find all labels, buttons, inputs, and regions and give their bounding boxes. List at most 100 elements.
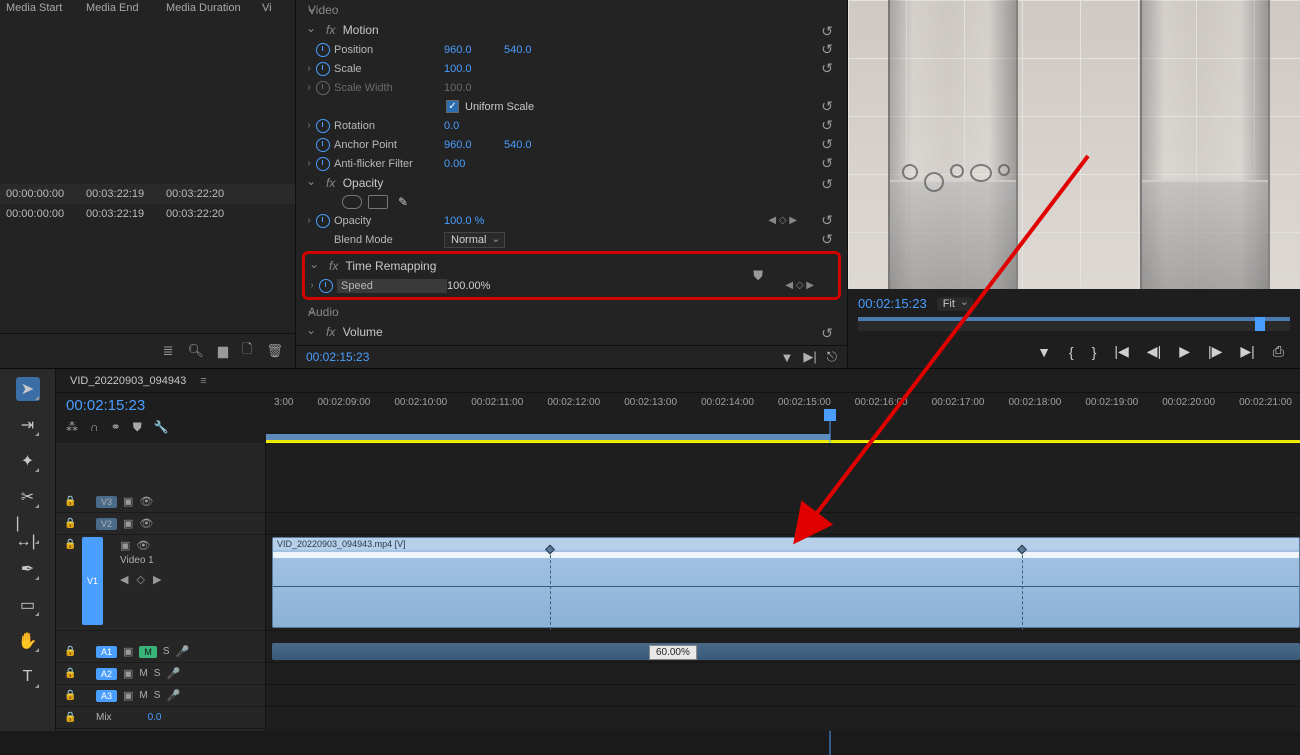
mute-button[interactable]: M [139, 690, 147, 701]
video-clip[interactable]: VID_20220903_094943.mp4 [V] [272, 537, 1300, 628]
anchor-y-value[interactable]: 540.0 [504, 139, 564, 151]
scale-value[interactable]: 100.0 [444, 63, 504, 75]
snap-icon[interactable]: ⁂ [66, 420, 78, 435]
wrench-icon[interactable]: 🔧 [154, 420, 169, 435]
col-media-end[interactable]: Media End [80, 2, 160, 14]
reset-icon[interactable]: ↺ [821, 98, 833, 115]
preview-viewport[interactable] [848, 0, 1300, 289]
voice-icon[interactable]: 🎤 [166, 667, 180, 680]
lock-icon[interactable]: 🔒 [64, 539, 76, 550]
marker-tool-icon[interactable]: ⛊ [133, 420, 142, 435]
lock-icon[interactable]: 🔒 [64, 690, 76, 701]
reset-icon[interactable]: ↺ [821, 155, 833, 172]
antiflicker-value[interactable]: 0.00 [444, 158, 504, 170]
eye-icon[interactable]: 👁 [139, 495, 153, 508]
toggle-output-icon[interactable]: ▣ [123, 645, 133, 658]
track-header-v3[interactable]: 🔒 V3 ▣ 👁 [56, 491, 265, 513]
fx-opacity[interactable]: fx Opacity ↺ [302, 173, 847, 193]
playhead-timecode[interactable]: 00:02:15:23 [66, 397, 256, 414]
lane-v3[interactable] [266, 491, 1300, 513]
fx-motion[interactable]: fx Motion ↺ [302, 20, 847, 40]
selection-tool[interactable]: ➤ [16, 377, 40, 401]
marker-icon[interactable]: ▼ [1037, 344, 1051, 360]
pen-tool[interactable]: ✒ [16, 557, 40, 581]
fx-timecode[interactable]: 00:02:15:23 [306, 350, 770, 364]
trash-icon[interactable]: 🗑 [266, 343, 283, 359]
lock-icon[interactable]: 🔒 [64, 646, 76, 657]
list-view-icon[interactable]: ≣ [163, 343, 174, 359]
eye-icon[interactable]: 👁 [136, 539, 150, 552]
type-tool[interactable]: T [16, 665, 40, 689]
marker-icon[interactable]: ⛊ [753, 268, 763, 284]
reset-icon[interactable]: ↺ [821, 212, 833, 229]
playhead-marker[interactable] [824, 409, 836, 421]
mute-button[interactable]: M [139, 646, 157, 658]
track-header-a3[interactable]: 🔒 A3 ▣ M S 🎤 [56, 685, 265, 707]
track-header-mix[interactable]: 🔒 Mix 0.0 [56, 707, 265, 729]
link-icon[interactable]: ⚭ [111, 420, 121, 435]
solo-button[interactable]: S [163, 646, 170, 657]
lock-icon[interactable]: 🔒 [64, 518, 76, 529]
preview-playhead[interactable] [1255, 317, 1265, 331]
col-media-duration[interactable]: Media Duration [160, 2, 256, 14]
reset-icon[interactable]: ↺ [821, 117, 833, 134]
mark-out-icon[interactable]: } [1092, 344, 1097, 360]
toggle-output-icon[interactable]: ▣ [123, 667, 133, 680]
lock-icon[interactable]: 🔒 [64, 712, 76, 723]
lane-v2[interactable] [266, 513, 1300, 535]
eye-icon[interactable]: 👁 [139, 517, 153, 530]
new-bin-icon[interactable]: ▆ [218, 343, 228, 359]
timeline-ruler[interactable]: 3:0000:02:09:0000:02:10:0000:02:11:0000:… [266, 393, 1300, 443]
share-icon[interactable]: ⎋ [827, 349, 837, 365]
reset-icon[interactable]: ↺ [821, 136, 833, 153]
toggle-output-icon[interactable]: ▣ [123, 517, 133, 530]
track-badge[interactable]: A1 [96, 646, 117, 658]
tab-menu-icon[interactable]: ≡ [200, 375, 206, 387]
reset-icon[interactable]: ↺ [821, 325, 833, 342]
position-x-value[interactable]: 960.0 [444, 44, 504, 56]
stopwatch-icon[interactable] [316, 345, 330, 346]
preview-timecode[interactable]: 00:02:15:23 [858, 296, 927, 311]
stopwatch-icon[interactable] [316, 62, 330, 76]
zoom-fit-select[interactable]: Fit [937, 297, 973, 311]
col-media-start[interactable]: Media Start [0, 2, 80, 14]
add-kf-icon[interactable]: ◇ [136, 573, 144, 586]
reset-icon[interactable]: ↺ [821, 23, 833, 40]
keyframe-nav[interactable]: ◀ ◇ ▶ [785, 280, 814, 291]
fx-volume[interactable]: fx Volume ↺ [302, 322, 847, 342]
pen-mask-icon[interactable]: ✎ [398, 195, 408, 209]
lock-icon[interactable]: 🔒 [64, 668, 76, 679]
voice-icon[interactable]: 🎤 [176, 645, 190, 658]
solo-button[interactable]: S [154, 690, 161, 701]
toggle-output-icon[interactable]: ▣ [120, 539, 130, 552]
play-icon[interactable]: ▶| [803, 349, 816, 365]
lane-a2[interactable] [266, 663, 1300, 685]
blend-mode-select[interactable]: Normal [444, 232, 505, 248]
goto-out-icon[interactable]: ▶| [1240, 343, 1254, 360]
prev-kf-icon[interactable]: ◀ [120, 573, 128, 586]
magnet-icon[interactable]: ∩ [90, 420, 99, 435]
reset-icon[interactable]: ↺ [821, 60, 833, 77]
rotation-value[interactable]: 0.0 [444, 120, 504, 132]
razor-tool[interactable]: ✂ [16, 485, 40, 509]
rectangle-tool[interactable]: ▭ [16, 593, 40, 617]
media-row[interactable]: 00:00:00:00 00:03:22:19 00:03:22:20 [0, 204, 295, 224]
col-video[interactable]: Vi [256, 2, 284, 14]
ripple-edit-tool[interactable]: ✦ [16, 449, 40, 473]
track-badge[interactable]: V3 [96, 496, 117, 508]
keyframe-nav[interactable]: ◀ ◇ ▶ [768, 215, 797, 226]
stopwatch-icon[interactable] [316, 43, 330, 57]
track-content[interactable]: VID_20220903_094943.mp4 [V] 60.00% [266, 443, 1300, 731]
step-fwd-icon[interactable]: |▶ [1208, 343, 1222, 360]
hand-tool[interactable]: ✋ [16, 629, 40, 653]
slip-tool[interactable]: |↔| [16, 521, 40, 545]
stopwatch-icon[interactable] [316, 138, 330, 152]
lane-a3[interactable] [266, 685, 1300, 707]
rect-mask-icon[interactable] [368, 195, 388, 209]
track-header-v1[interactable]: 🔒 V1 ▣ 👁 Video 1 ◀ ◇ ▶ [56, 535, 265, 631]
keyframe-marker[interactable] [1022, 550, 1023, 630]
toggle-output-icon[interactable]: ▣ [123, 495, 133, 508]
stopwatch-icon[interactable] [316, 214, 330, 228]
mark-in-icon[interactable]: { [1069, 344, 1074, 360]
uniform-scale-checkbox[interactable]: ✓ [446, 100, 459, 113]
